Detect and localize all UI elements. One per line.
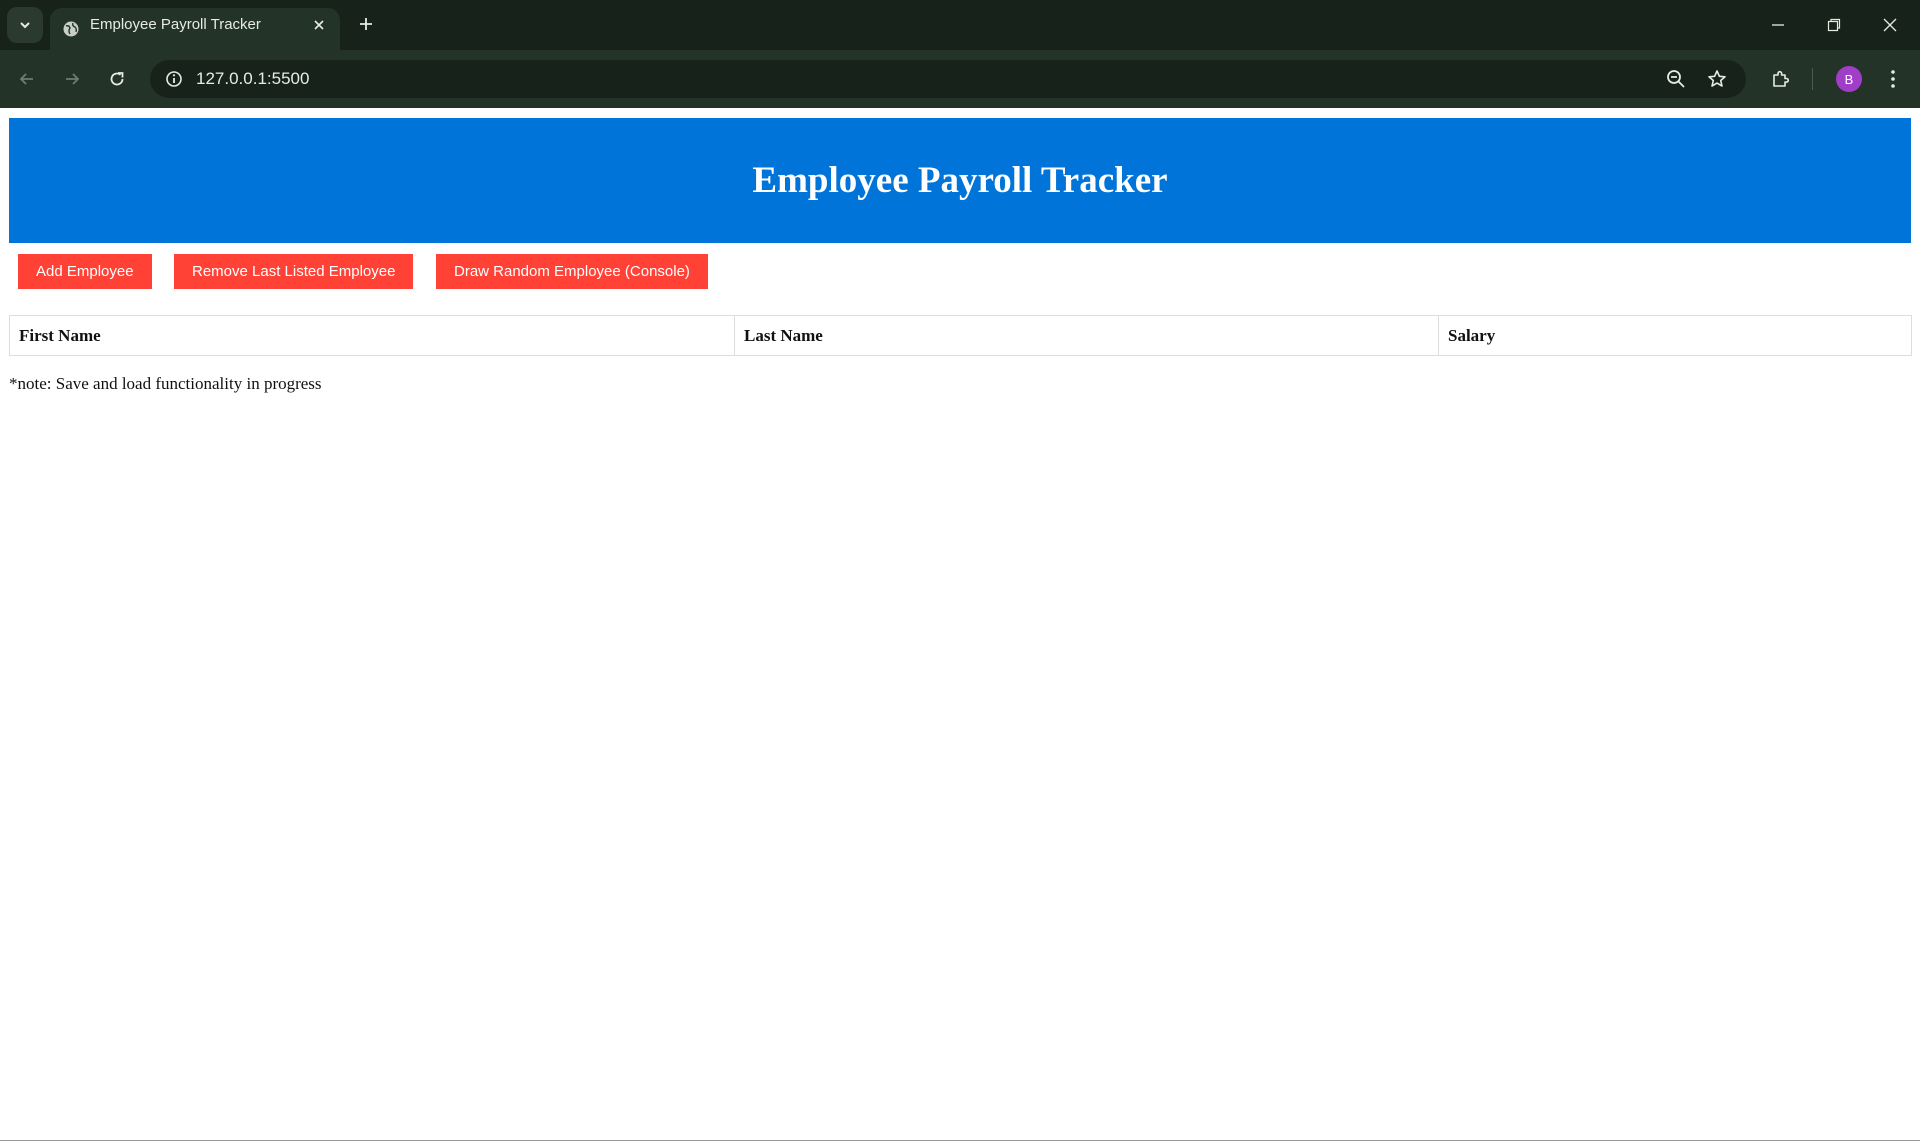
column-header-first-name: First Name	[9, 315, 735, 356]
arrow-right-icon	[66, 73, 80, 85]
browser-tab[interactable]: Employee Payroll Tracker	[50, 8, 340, 50]
browser-menu-button[interactable]	[1876, 62, 1910, 96]
table-header-row: First Name Last Name Salary	[9, 315, 1912, 356]
reload-icon	[110, 72, 124, 86]
restore-icon	[1827, 18, 1841, 32]
window-close-button[interactable]	[1862, 0, 1918, 50]
back-button[interactable]	[10, 62, 44, 96]
column-header-salary: Salary	[1438, 315, 1912, 356]
employee-table: First Name Last Name Salary	[9, 315, 1912, 356]
zoom-button[interactable]	[1662, 65, 1690, 93]
address-bar[interactable]: 127.0.0.1:5500	[150, 60, 1746, 98]
bookmark-button[interactable]	[1703, 65, 1731, 93]
site-info-button[interactable]	[160, 65, 188, 93]
arrow-left-icon	[19, 73, 33, 85]
globe-icon	[63, 21, 79, 37]
forward-button[interactable]	[55, 62, 89, 96]
page-title: Employee Payroll Tracker	[752, 160, 1168, 201]
browser-toolbar: 127.0.0.1:5500	[0, 50, 1920, 108]
tab-search-button[interactable]	[7, 7, 43, 43]
zoom-out-icon	[1667, 70, 1685, 88]
puzzle-icon	[1773, 70, 1790, 87]
extensions-button[interactable]	[1764, 62, 1798, 96]
draw-random-employee-button[interactable]: Draw Random Employee (Console)	[436, 254, 708, 289]
url-text: 127.0.0.1:5500	[196, 69, 310, 88]
close-icon	[1883, 18, 1897, 32]
chevron-down-icon	[20, 22, 30, 29]
plus-icon	[360, 18, 372, 30]
minimize-button[interactable]	[1750, 0, 1806, 50]
close-icon	[314, 20, 324, 30]
page-content: Employee Payroll Tracker Add Employee Re…	[0, 108, 1920, 1141]
reload-button[interactable]	[100, 62, 134, 96]
tab-close-button[interactable]	[308, 14, 330, 36]
toolbar-divider	[1812, 68, 1813, 90]
more-vertical-icon	[1891, 70, 1895, 88]
tab-title: Employee Payroll Tracker	[90, 16, 261, 33]
progress-note: *note: Save and load functionality in pr…	[9, 374, 322, 393]
page-header: Employee Payroll Tracker	[9, 118, 1911, 243]
minimize-icon	[1772, 24, 1784, 26]
profile-avatar[interactable]: B	[1836, 66, 1862, 92]
restore-button[interactable]	[1806, 0, 1862, 50]
new-tab-button[interactable]	[352, 10, 380, 38]
column-header-last-name: Last Name	[734, 315, 1439, 356]
remove-employee-button[interactable]: Remove Last Listed Employee	[174, 254, 414, 289]
info-icon	[166, 71, 182, 87]
add-employee-button[interactable]: Add Employee	[18, 254, 152, 289]
browser-tab-bar: Employee Payroll Tracker	[0, 0, 1920, 50]
star-icon	[1708, 70, 1726, 87]
